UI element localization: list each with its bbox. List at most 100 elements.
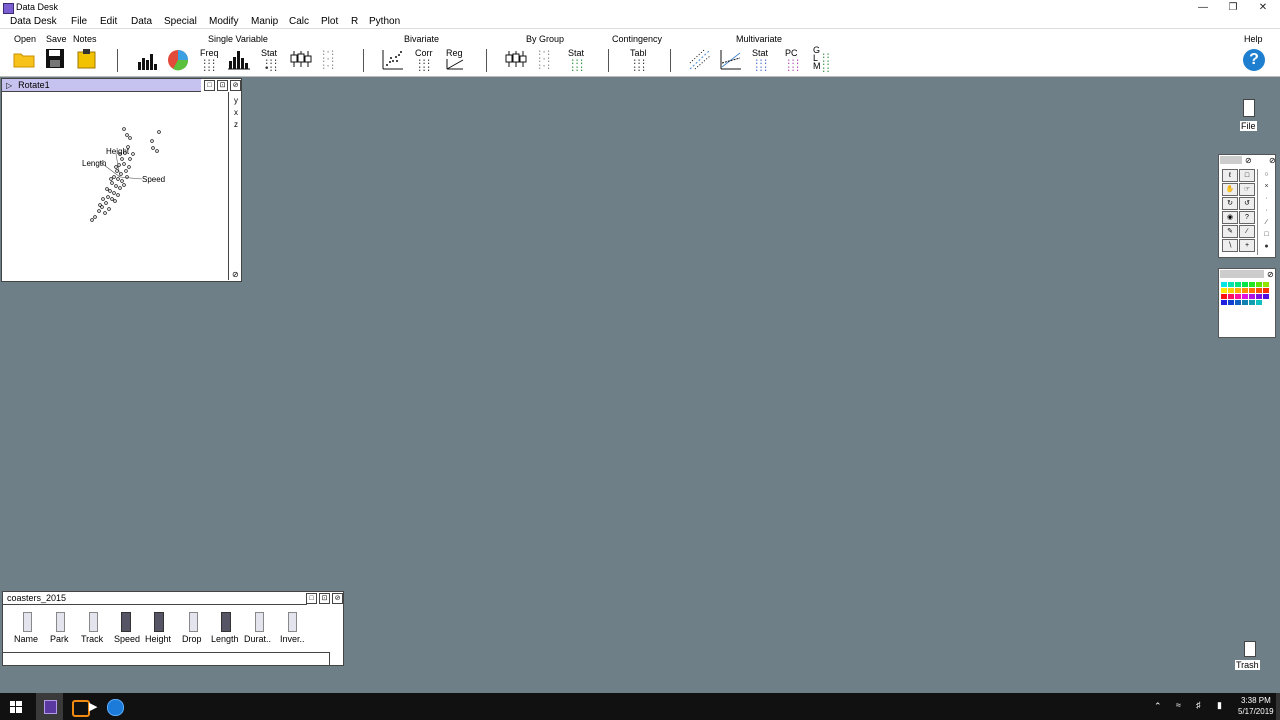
color-swatch[interactable] (1249, 288, 1255, 293)
tray-chevron-icon[interactable]: ⌃ (1154, 701, 1162, 712)
rotate-tool-icon[interactable]: ↻ (1222, 197, 1238, 210)
taskbar-browser-icon[interactable] (107, 699, 124, 716)
open-folder-icon[interactable] (13, 50, 35, 68)
color-swatch[interactable] (1249, 294, 1255, 299)
question-tool-icon[interactable]: ? (1239, 211, 1255, 224)
color-swatch-grid[interactable] (1221, 282, 1273, 305)
palette-close-icon[interactable]: ⊘ (1267, 270, 1274, 279)
stat-summary-icon[interactable]: ::: •:: (264, 58, 278, 74)
dotplot-icon[interactable]: :·::·::·: (321, 49, 335, 72)
close-button[interactable]: ✕ (1248, 0, 1278, 15)
color-swatch[interactable] (1228, 282, 1234, 287)
menu-data[interactable]: Data (131, 16, 152, 27)
variable-height-icon[interactable] (154, 612, 164, 632)
taskbar-app-icon[interactable] (72, 700, 90, 717)
variable-length-label[interactable]: Length (211, 634, 239, 644)
pointer-tool-icon[interactable]: ☞ (1239, 183, 1255, 196)
color-swatch[interactable] (1235, 282, 1241, 287)
eye-tool-icon[interactable]: ◉ (1222, 211, 1238, 224)
variable-drop-icon[interactable] (189, 612, 198, 632)
variable-park-icon[interactable] (56, 612, 65, 632)
color-swatch[interactable] (1256, 282, 1262, 287)
resize-grip-icon[interactable]: ⊘ (232, 270, 239, 279)
menu-r[interactable]: R (351, 16, 358, 27)
color-swatch[interactable] (1242, 294, 1248, 299)
regression-icon[interactable] (446, 58, 464, 70)
color-swatch[interactable] (1221, 300, 1227, 305)
boxplot-icon[interactable] (290, 50, 312, 68)
bar-summary-icon[interactable] (228, 49, 250, 70)
color-swatch[interactable] (1263, 288, 1269, 293)
variable-length-icon[interactable] (221, 612, 231, 632)
dataset-window-titlebar[interactable]: coasters_2015 (3, 592, 307, 605)
axis-x-label[interactable]: x (234, 108, 238, 117)
refresh-tool-icon[interactable]: ↺ (1239, 197, 1255, 210)
group-stat-icon[interactable]: :::::: (570, 58, 584, 74)
volume-icon[interactable]: ♯ (1196, 700, 1201, 710)
rectangle-select-icon[interactable]: □ (1239, 169, 1255, 182)
variable-height-label[interactable]: Height (145, 634, 171, 644)
contingency-table-icon[interactable]: :::::: (632, 58, 646, 74)
taskbar-data-desk-app[interactable] (36, 693, 63, 720)
color-swatch[interactable] (1242, 300, 1248, 305)
variable-speed-label[interactable]: Speed (114, 634, 140, 644)
color-palette-grip[interactable] (1220, 270, 1264, 278)
hand-tool-icon[interactable]: ✋ (1222, 183, 1238, 196)
color-swatch[interactable] (1256, 294, 1262, 299)
menu-manip[interactable]: Manip (251, 16, 278, 27)
menu-data-desk[interactable]: Data Desk (10, 16, 57, 27)
color-swatch[interactable] (1263, 300, 1269, 305)
window-zoom-icon[interactable]: ⊡ (319, 593, 330, 604)
window-zoom-icon[interactable]: ⊡ (217, 80, 228, 91)
wifi-icon[interactable]: ≈ (1176, 700, 1181, 710)
slope-tool-icon[interactable]: ∖ (1222, 239, 1238, 252)
axis-z-label[interactable]: z (234, 120, 238, 129)
color-swatch[interactable] (1235, 300, 1241, 305)
variable-drop-label[interactable]: Drop (182, 634, 202, 644)
mv-stat-icon[interactable]: :::::: (754, 58, 768, 74)
group-dotplot-icon[interactable]: :·::·::·: (537, 49, 551, 72)
battery-icon[interactable]: ▮ (1217, 700, 1222, 711)
menu-calc[interactable]: Calc (289, 16, 309, 27)
color-swatch[interactable] (1228, 294, 1234, 299)
pen-tool-icon[interactable]: ✎ (1222, 225, 1238, 238)
menu-plot[interactable]: Plot (321, 16, 338, 27)
minimize-button[interactable]: — (1188, 0, 1218, 15)
variable-park-label[interactable]: Park (50, 634, 69, 644)
pie-chart-icon[interactable] (167, 49, 189, 71)
scatter-matrix-icon[interactable] (689, 49, 711, 70)
principal-components-icon[interactable]: :::::: (786, 58, 800, 74)
color-swatch[interactable] (1249, 300, 1255, 305)
variable-inversions-label[interactable]: Inver.. (280, 634, 305, 644)
file-cabinet-icon[interactable] (1243, 99, 1255, 117)
variable-speed-icon[interactable] (121, 612, 131, 632)
variable-inversions-icon[interactable] (288, 612, 297, 632)
lasso-tool-icon[interactable]: ℓ (1222, 169, 1238, 182)
variable-name-icon[interactable] (23, 612, 32, 632)
crosshair-tool-icon[interactable]: + (1239, 239, 1255, 252)
color-swatch[interactable] (1263, 282, 1269, 287)
window-new-icon[interactable]: □ (306, 593, 317, 604)
plot-symbols-icon[interactable]: ○ × · · ∕ □ ● (1258, 169, 1275, 253)
color-swatch[interactable] (1256, 300, 1262, 305)
color-swatch[interactable] (1221, 294, 1227, 299)
maximize-button[interactable]: ❐ (1218, 0, 1248, 15)
color-swatch[interactable] (1228, 300, 1234, 305)
color-swatch[interactable] (1242, 282, 1248, 287)
color-swatch[interactable] (1256, 288, 1262, 293)
menu-modify[interactable]: Modify (209, 16, 238, 27)
color-swatch[interactable] (1228, 288, 1234, 293)
color-swatch[interactable] (1235, 288, 1241, 293)
color-swatch[interactable] (1249, 282, 1255, 287)
window-close-icon[interactable]: ⊘ (332, 593, 343, 604)
menu-special[interactable]: Special (164, 16, 197, 27)
notes-icon[interactable] (76, 48, 98, 69)
color-swatch[interactable] (1263, 294, 1269, 299)
line-tool-icon[interactable]: ∕ (1239, 225, 1255, 238)
color-swatch[interactable] (1221, 288, 1227, 293)
help-icon[interactable]: ? (1243, 49, 1265, 71)
file-label[interactable]: File (1240, 121, 1257, 131)
scatterplot-icon[interactable] (382, 49, 404, 70)
clock-time[interactable]: 3:38 PM (1241, 696, 1271, 705)
glm-icon[interactable]: :::::: (821, 52, 831, 75)
